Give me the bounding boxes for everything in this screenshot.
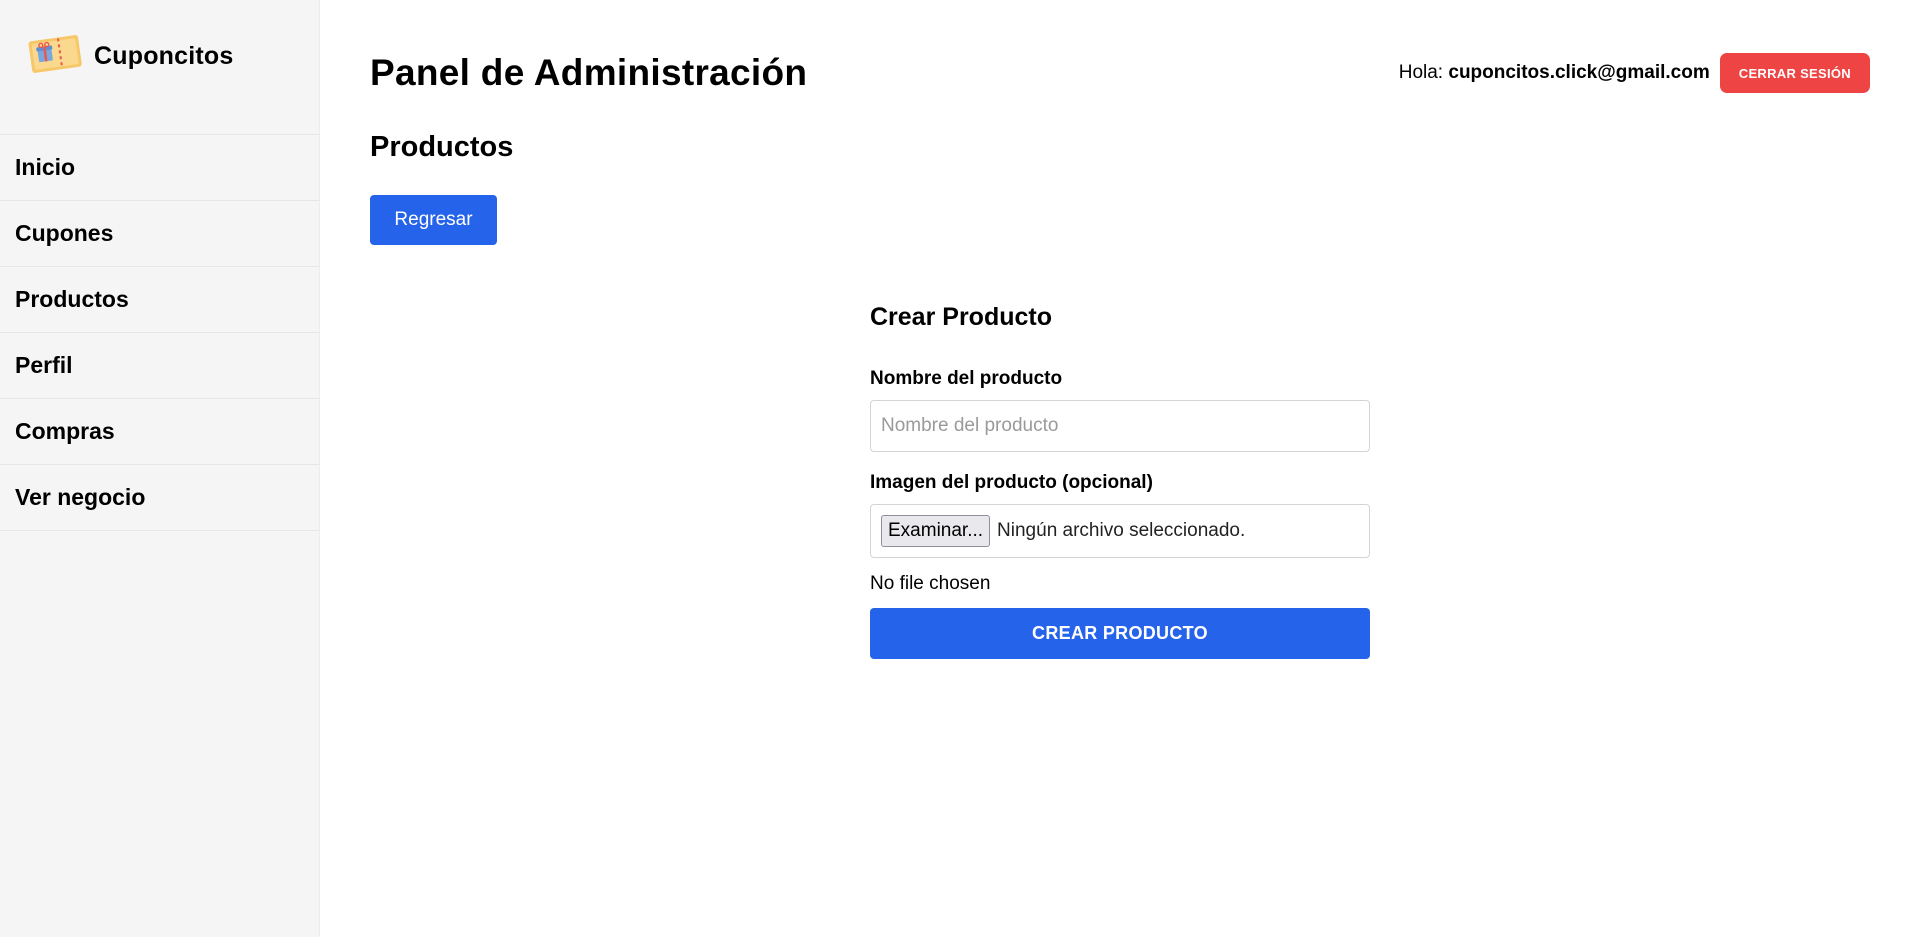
section-title: Productos bbox=[370, 131, 514, 163]
product-image-file-input[interactable]: Examinar... Ningún archivo seleccionado. bbox=[870, 504, 1370, 558]
user-area: Hola: cuponcitos.click@gmail.com CERRAR … bbox=[1399, 53, 1870, 93]
sidebar-item-inicio[interactable]: Inicio bbox=[0, 135, 319, 201]
create-product-form: Crear Producto Nombre del producto Image… bbox=[870, 303, 1370, 659]
product-name-input[interactable] bbox=[870, 400, 1370, 452]
page-title: Panel de Administración bbox=[370, 52, 808, 93]
logout-button[interactable]: CERRAR SESIÓN bbox=[1719, 53, 1870, 93]
no-file-chosen-text: No file chosen bbox=[870, 573, 991, 594]
sidebar-item-ver-negocio[interactable]: Ver negocio bbox=[0, 465, 319, 531]
sidebar-item-cupones[interactable]: Cupones bbox=[0, 201, 319, 267]
sidebar-item-compras[interactable]: Compras bbox=[0, 399, 319, 465]
file-status-text: Ningún archivo seleccionado. bbox=[997, 520, 1246, 541]
sidebar: Cuponcitos Inicio Cupones Productos Perf… bbox=[0, 0, 320, 937]
back-button[interactable]: Regresar bbox=[370, 195, 497, 245]
product-image-label: Imagen del producto (opcional) bbox=[870, 472, 1153, 493]
browse-file-button[interactable]: Examinar... bbox=[881, 515, 991, 547]
sidebar-item-productos[interactable]: Productos bbox=[0, 267, 319, 333]
sidebar-nav: Inicio Cupones Productos Perfil Compras … bbox=[0, 135, 319, 531]
main-content: Panel de Administración Hola: cuponcitos… bbox=[320, 0, 1920, 937]
coupon-ticket-icon bbox=[28, 35, 82, 73]
app-root: Cuponcitos Inicio Cupones Productos Perf… bbox=[0, 0, 1920, 937]
form-title: Crear Producto bbox=[870, 303, 1052, 331]
user-email: cuponcitos.click@gmail.com bbox=[1448, 62, 1710, 83]
product-name-label: Nombre del producto bbox=[870, 368, 1063, 389]
create-product-button[interactable]: CREAR PRODUCTO bbox=[870, 608, 1370, 659]
brand-name: Cuponcitos bbox=[94, 42, 234, 70]
greeting-prefix: Hola: bbox=[1398, 62, 1444, 83]
sidebar-item-perfil[interactable]: Perfil bbox=[0, 333, 319, 399]
user-greeting: Hola: cuponcitos.click@gmail.com bbox=[1399, 62, 1710, 84]
brand[interactable]: Cuponcitos bbox=[0, 0, 319, 135]
